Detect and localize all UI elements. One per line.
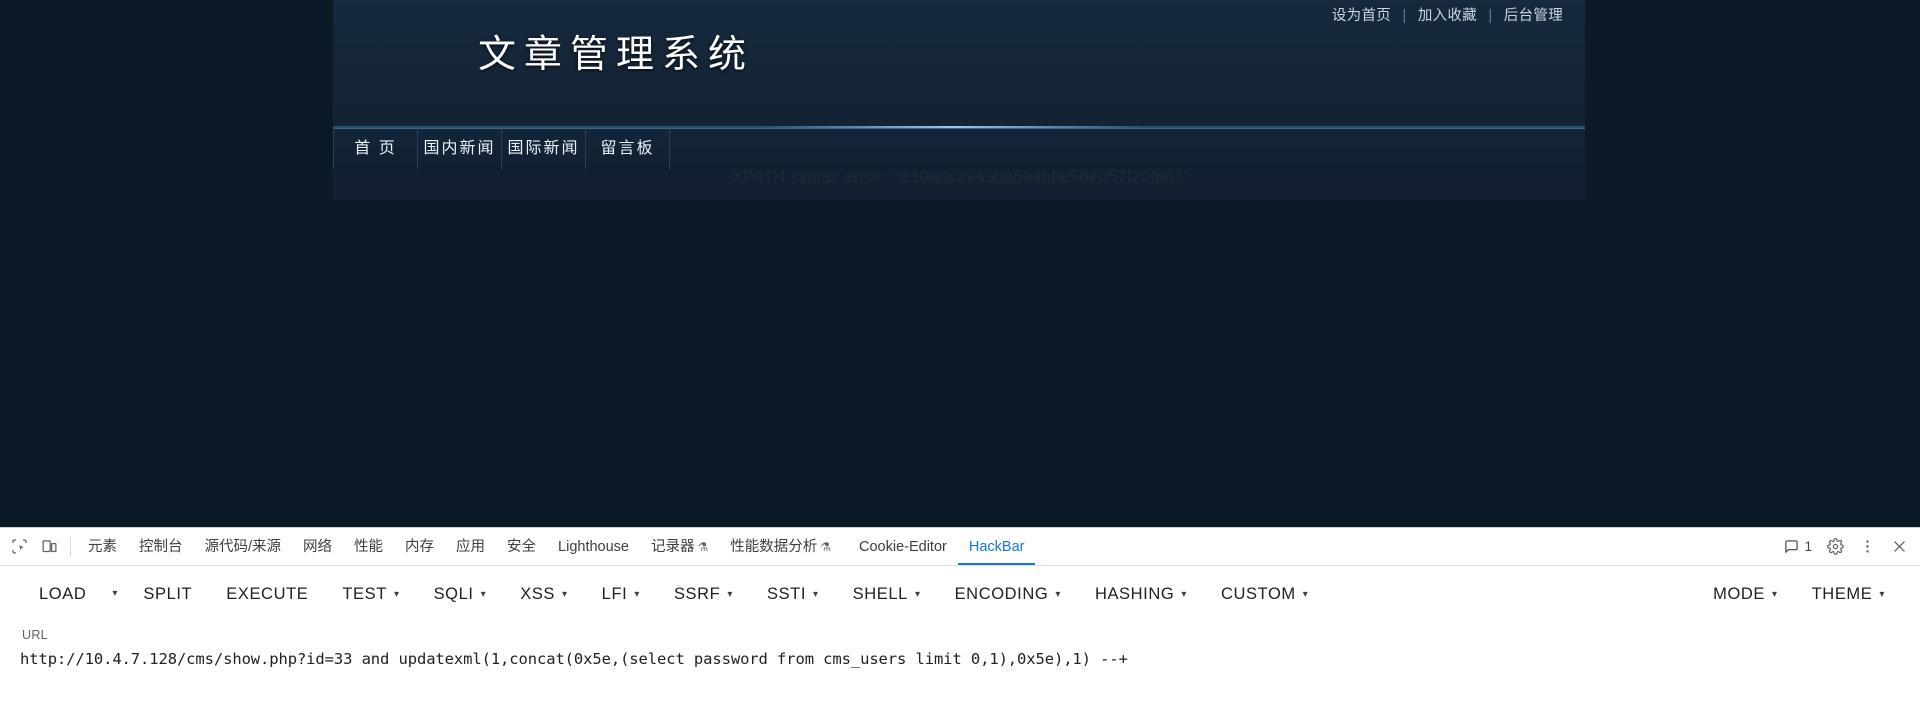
message-count-value: 1: [1804, 539, 1812, 554]
hackbar-toolbar-right: MODE ▾ THEME ▾: [1696, 566, 1902, 622]
devtools-tabbar: 元素 控制台 源代码/来源 网络 性能 内存 应用 安全 Lighthouse …: [0, 528, 1920, 566]
message-count[interactable]: 1: [1778, 539, 1818, 554]
chevron-down-icon-hashing: ▾: [1181, 589, 1187, 600]
chevron-down-icon-theme: ▾: [1879, 589, 1885, 600]
chevron-down-icon-encoding: ▾: [1055, 589, 1061, 600]
more-vertical-icon[interactable]: [1852, 532, 1882, 562]
ssrf-menu-label: SSRF: [673, 585, 721, 603]
url-label: URL: [22, 628, 48, 642]
ssrf-menu[interactable]: SSRF ▾: [657, 579, 750, 609]
browser-viewport: 设为首页 | 加入收藏 | 后台管理 文章管理系统 首 页 国内新闻 国际新闻 …: [0, 0, 1920, 527]
lfi-menu-label: LFI: [601, 585, 628, 603]
hashing-menu-label: HASHING: [1094, 585, 1175, 603]
tab-performance[interactable]: 性能: [343, 529, 394, 565]
xss-menu-label: XSS: [520, 585, 556, 603]
ssti-menu-label: SSTI: [766, 585, 807, 603]
flask-icon-2: ⚗: [820, 539, 832, 554]
theme-menu[interactable]: THEME ▾: [1795, 579, 1902, 609]
chevron-down-icon-sqli: ▾: [480, 589, 487, 600]
add-favorite-link[interactable]: 加入收藏: [1416, 8, 1479, 24]
shell-menu[interactable]: SHELL ▾: [836, 579, 938, 609]
tab-hackbar[interactable]: HackBar: [958, 529, 1036, 565]
gear-icon[interactable]: [1820, 532, 1850, 562]
xss-menu[interactable]: XSS ▾: [503, 579, 584, 609]
nav-item-home[interactable]: 首 页: [333, 128, 418, 169]
devtools-panel: 元素 控制台 源代码/来源 网络 性能 内存 应用 安全 Lighthouse …: [0, 527, 1920, 716]
tab-recorder-label: 记录器: [650, 538, 695, 555]
site-logo: 文章管理系统: [478, 32, 755, 76]
site-navbar: 首 页 国内新闻 国际新闻 留言板: [333, 126, 1585, 169]
tab-cookie-editor[interactable]: Cookie-Editor: [848, 529, 958, 565]
tab-recorder[interactable]: 记录器 ⚗: [640, 529, 719, 565]
chevron-down-icon-ssti: ▾: [813, 589, 819, 600]
custom-menu[interactable]: CUSTOM ▾: [1204, 579, 1325, 609]
topbar-separator-2: |: [1488, 8, 1493, 24]
hackbar-toolbar: LOAD ▾ SPLIT EXECUTE TEST ▾ SQLI ▾ XSS ▾: [0, 566, 1920, 622]
load-button[interactable]: LOAD: [22, 579, 103, 609]
site-topbar: 设为首页 | 加入收藏 | 后台管理: [1330, 4, 1565, 25]
chevron-down-icon-custom: ▾: [1302, 589, 1309, 600]
url-input-underline: [18, 676, 1902, 677]
mode-menu[interactable]: MODE ▾: [1696, 579, 1795, 609]
hashing-menu[interactable]: HASHING ▾: [1078, 579, 1204, 609]
device-toolbar-icon[interactable]: [34, 532, 64, 562]
tab-performance-insights-label: 性能数据分析: [730, 538, 818, 555]
mode-menu-label: MODE: [1713, 585, 1765, 603]
chevron-down-icon-xss: ▾: [562, 589, 568, 600]
chevron-down-icon-ssrf: ▾: [727, 589, 733, 600]
flask-icon: ⚗: [697, 539, 709, 554]
chevron-down-icon-lfi: ▾: [634, 589, 640, 600]
admin-panel-link[interactable]: 后台管理: [1502, 8, 1565, 24]
screenshot-root: 设为首页 | 加入收藏 | 后台管理 文章管理系统 首 页 国内新闻 国际新闻 …: [0, 0, 1920, 716]
tab-performance-insights[interactable]: 性能数据分析 ⚗: [719, 529, 842, 565]
tab-security[interactable]: 安全: [496, 529, 547, 565]
tab-memory[interactable]: 内存: [394, 529, 445, 565]
sqli-menu[interactable]: SQLI ▾: [417, 579, 504, 609]
execute-button[interactable]: EXECUTE: [209, 579, 325, 609]
tab-application[interactable]: 应用: [445, 529, 496, 565]
xpath-error-message: XPATH syntax error: '^e10adc3949ba59abbe…: [731, 167, 1187, 186]
load-dropdown-caret-icon[interactable]: ▾: [103, 579, 126, 609]
chevron-down-icon-test: ▾: [393, 589, 400, 600]
split-button[interactable]: SPLIT: [126, 579, 209, 609]
devtools-tabbar-right: 1: [1778, 528, 1914, 565]
nav-item-domestic-news[interactable]: 国内新闻: [418, 128, 502, 169]
nav-item-international-news[interactable]: 国际新闻: [502, 128, 586, 169]
tab-console[interactable]: 控制台: [128, 529, 194, 565]
chevron-down-icon-mode: ▾: [1772, 589, 1778, 600]
encoding-menu-label: ENCODING: [954, 585, 1049, 603]
chevron-down-icon-shell: ▾: [914, 589, 921, 600]
set-homepage-link[interactable]: 设为首页: [1330, 8, 1393, 24]
shell-menu-label: SHELL: [852, 585, 908, 603]
tab-elements[interactable]: 元素: [77, 529, 128, 565]
sqli-menu-label: SQLI: [433, 585, 474, 603]
message-icon: [1785, 540, 1799, 554]
tab-network[interactable]: 网络: [292, 529, 343, 565]
close-icon[interactable]: [1884, 532, 1914, 562]
encoding-menu[interactable]: ENCODING ▾: [938, 579, 1078, 609]
test-menu[interactable]: TEST ▾: [325, 579, 416, 609]
tabbar-divider: [70, 536, 71, 557]
test-menu-label: TEST: [342, 585, 387, 603]
nav-item-message-board[interactable]: 留言板: [586, 128, 670, 169]
lfi-menu[interactable]: LFI ▾: [585, 579, 657, 609]
tab-lighthouse[interactable]: Lighthouse: [547, 529, 640, 565]
theme-menu-label: THEME: [1811, 585, 1873, 603]
topbar-separator-1: |: [1402, 8, 1407, 24]
hackbar-panel: LOAD ▾ SPLIT EXECUTE TEST ▾ SQLI ▾ XSS ▾: [0, 566, 1920, 716]
tab-sources[interactable]: 源代码/来源: [194, 529, 293, 565]
ssti-menu[interactable]: SSTI ▾: [750, 579, 836, 609]
url-input[interactable]: [18, 649, 1906, 669]
inspect-element-icon[interactable]: [4, 532, 34, 562]
custom-menu-label: CUSTOM: [1220, 585, 1296, 603]
